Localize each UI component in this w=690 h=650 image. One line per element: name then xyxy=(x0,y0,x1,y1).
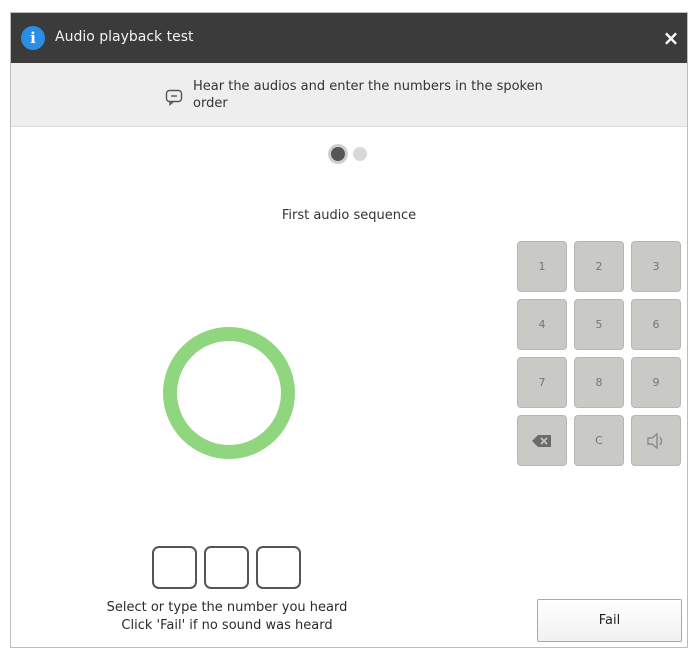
instruction-text: Hear the audios and enter the numbers in… xyxy=(193,79,543,111)
key-label: C xyxy=(595,434,603,447)
title-bar: i Audio playback test × xyxy=(11,13,687,63)
key-label: 7 xyxy=(538,376,546,389)
speaker-icon xyxy=(647,432,663,449)
help-text: Select or type the number you heard Clic… xyxy=(71,599,383,635)
key-label: 8 xyxy=(595,376,603,389)
pager-dot-2[interactable] xyxy=(353,147,367,161)
instruction-bar: Hear the audios and enter the numbers in… xyxy=(11,63,687,127)
key-label: 2 xyxy=(595,260,603,273)
audio-test-window: i Audio playback test × Hear the audios … xyxy=(10,12,688,648)
fail-button[interactable]: Fail xyxy=(537,599,682,642)
window-title: Audio playback test xyxy=(55,29,194,45)
number-keypad: 1 2 3 4 5 6 7 8 9 C xyxy=(517,241,681,466)
audio-progress-ring xyxy=(163,327,295,459)
key-label: 4 xyxy=(538,318,546,331)
answer-slot-1[interactable] xyxy=(152,546,197,589)
help-text-line-2: Click 'Fail' if no sound was heard xyxy=(121,618,333,633)
key-7[interactable]: 7 xyxy=(517,357,567,408)
key-label: 6 xyxy=(652,318,660,331)
answer-slots xyxy=(152,546,301,589)
backspace-icon xyxy=(532,434,551,447)
answer-slot-2[interactable] xyxy=(204,546,249,589)
key-9[interactable]: 9 xyxy=(631,357,681,408)
info-icon: i xyxy=(21,26,45,50)
key-replay[interactable] xyxy=(631,415,681,466)
key-4[interactable]: 4 xyxy=(517,299,567,350)
sequence-label: First audio sequence xyxy=(281,208,417,223)
speech-bubble-icon xyxy=(165,89,183,106)
pager-dot-1[interactable] xyxy=(331,147,345,161)
key-8[interactable]: 8 xyxy=(574,357,624,408)
key-5[interactable]: 5 xyxy=(574,299,624,350)
key-label: 3 xyxy=(652,260,660,273)
key-label: 9 xyxy=(652,376,660,389)
key-1[interactable]: 1 xyxy=(517,241,567,292)
sequence-pager xyxy=(331,147,367,161)
key-label: 5 xyxy=(595,318,603,331)
key-label: 1 xyxy=(538,260,546,273)
key-backspace[interactable] xyxy=(517,415,567,466)
answer-slot-3[interactable] xyxy=(256,546,301,589)
key-2[interactable]: 2 xyxy=(574,241,624,292)
key-clear[interactable]: C xyxy=(574,415,624,466)
help-text-line-1: Select or type the number you heard xyxy=(106,600,348,615)
close-button[interactable]: × xyxy=(659,25,683,51)
key-6[interactable]: 6 xyxy=(631,299,681,350)
key-3[interactable]: 3 xyxy=(631,241,681,292)
